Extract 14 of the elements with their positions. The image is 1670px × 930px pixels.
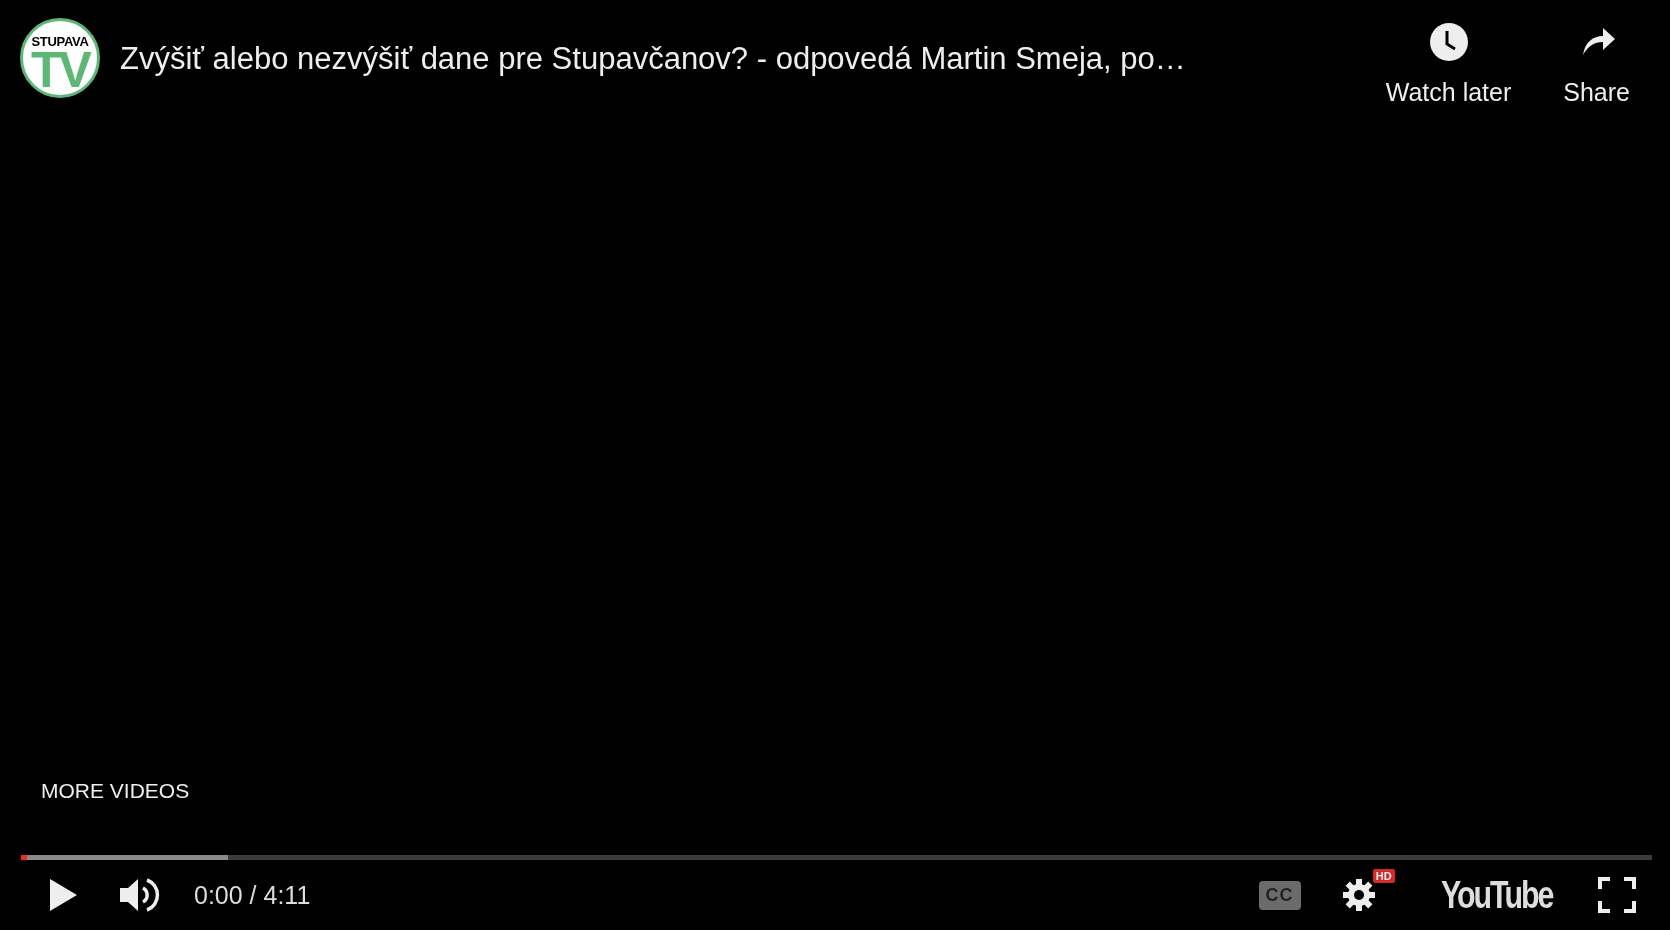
clock-icon (1428, 22, 1469, 62)
settings-button[interactable]: HD (1340, 867, 1395, 913)
video-title[interactable]: Zvýšiť alebo nezvýšiť dane pre Stupavčanov? - odpovedá Martin Smeja, po… (120, 40, 1366, 78)
play-button[interactable] (48, 877, 78, 913)
hd-badge: HD (1372, 869, 1395, 883)
youtube-link[interactable]: YouTube (1440, 873, 1553, 917)
time-display: 0:00 / 4:11 (194, 880, 311, 910)
progress-bar[interactable] (21, 855, 1652, 860)
logo-text: STUPAVA (31, 35, 89, 48)
more-videos-button[interactable]: MORE VIDEOS (41, 779, 190, 803)
logo-letters: TV (31, 48, 89, 93)
fullscreen-button[interactable] (1598, 877, 1636, 913)
share-button[interactable]: Share (1563, 22, 1630, 107)
watch-later-button[interactable]: Watch later (1385, 22, 1512, 107)
